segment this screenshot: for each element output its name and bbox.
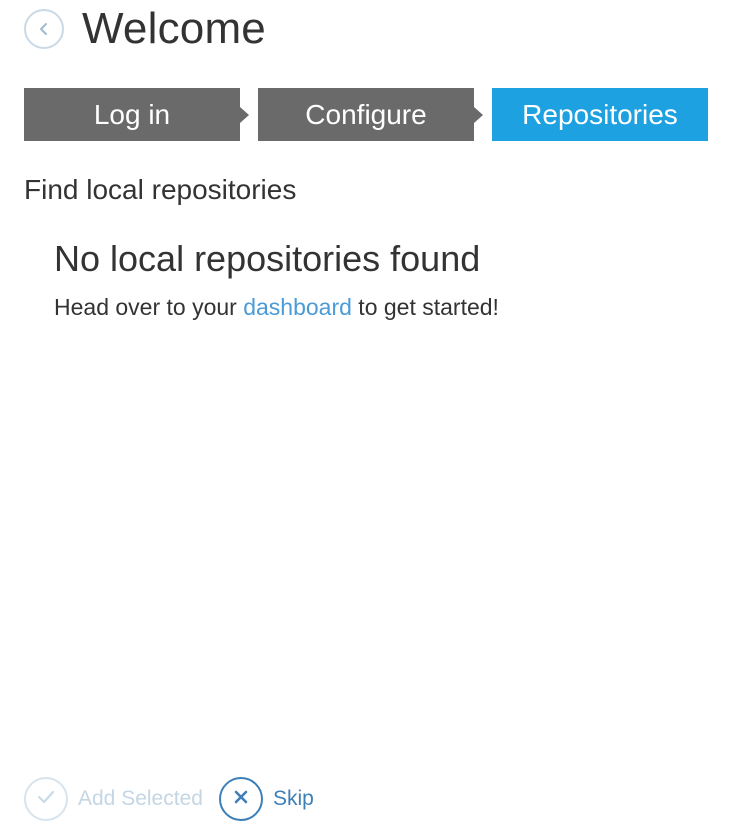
back-button[interactable] xyxy=(24,9,64,49)
add-selected-circle xyxy=(24,777,68,821)
step-repositories: Repositories xyxy=(492,88,708,141)
dashboard-link[interactable]: dashboard xyxy=(243,294,352,320)
close-icon xyxy=(233,789,249,810)
wizard-steps: Log in Configure Repositories xyxy=(24,88,708,141)
add-selected-button[interactable]: Add Selected xyxy=(24,777,203,821)
step-log-in: Log in xyxy=(24,88,240,141)
page-title: Welcome xyxy=(82,4,266,53)
section-title: Find local repositories xyxy=(24,174,297,205)
checkmark-icon xyxy=(37,790,55,809)
empty-text-after: to get started! xyxy=(351,294,499,320)
empty-text-before: Head over to your xyxy=(54,294,244,320)
header: Welcome xyxy=(24,4,266,54)
skip-button[interactable]: Skip xyxy=(218,777,314,821)
empty-state-text: Head over to your dashboard to get start… xyxy=(54,294,499,321)
step-arrow xyxy=(474,107,483,123)
step-arrow xyxy=(240,107,249,123)
skip-label: Skip xyxy=(272,787,314,810)
step-configure: Configure xyxy=(258,88,474,141)
chevron-left-icon xyxy=(38,22,50,36)
empty-state-title: No local repositories found xyxy=(54,238,481,279)
add-selected-label: Add Selected xyxy=(78,787,203,810)
skip-circle xyxy=(218,777,263,821)
footer-actions: Add Selected Skip xyxy=(24,776,314,822)
